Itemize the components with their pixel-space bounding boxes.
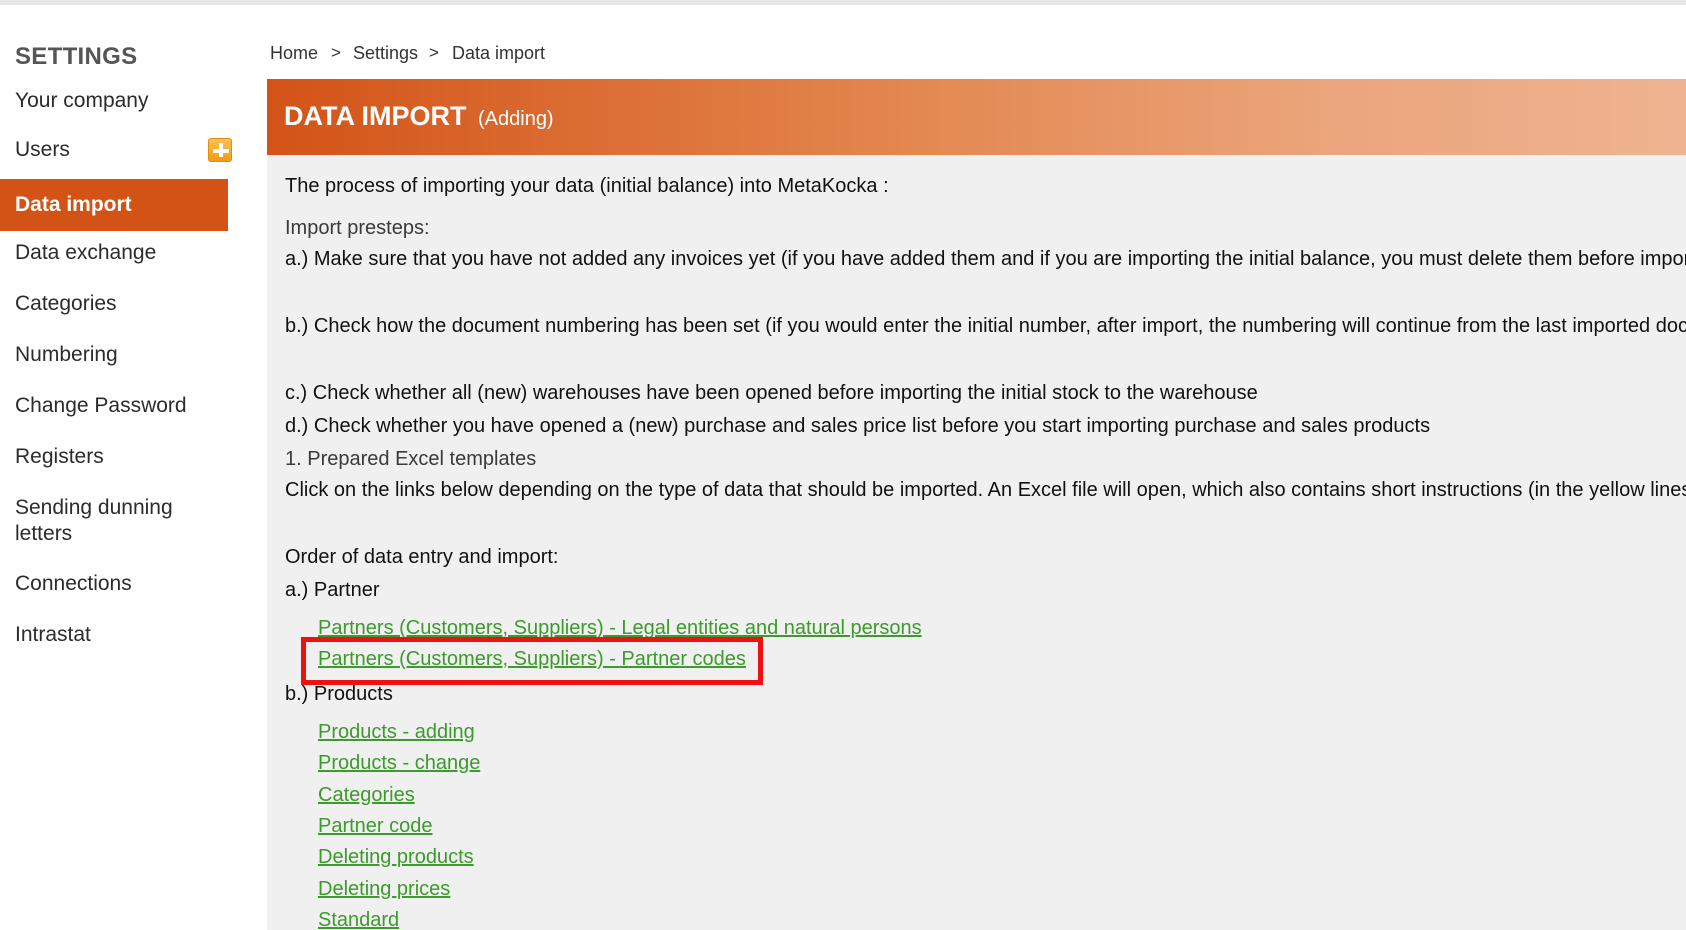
link-categories[interactable]: Categories (318, 783, 415, 807)
templates-text: Click on the links below depending on th… (285, 479, 1686, 501)
sidebar-item-data-import[interactable]: Data import (0, 179, 228, 231)
sidebar-item-change-password[interactable]: Change Password (0, 393, 228, 419)
sidebar-item-numbering[interactable]: Numbering (0, 342, 228, 368)
partner-heading: a.) Partner (285, 579, 380, 601)
prestep-c: c.) Check whether all (new) warehouses h… (285, 382, 1258, 404)
sidebar-item-intrastat[interactable]: Intrastat (0, 622, 228, 648)
prestep-b: b.) Check how the document numbering has… (285, 315, 1686, 337)
sidebar-item-sending-dunning-letters[interactable]: Sending dunning letters (0, 495, 200, 547)
prestep-d: d.) Check whether you have opened a (new… (285, 415, 1431, 437)
products-heading: b.) Products (285, 683, 393, 705)
link-products-change[interactable]: Products - change (318, 751, 480, 775)
breadcrumb-current: Data import (452, 43, 546, 63)
highlight-box (301, 637, 763, 685)
link-standard[interactable]: Standard (318, 908, 399, 930)
intro-text: The process of importing your data (init… (285, 175, 889, 197)
breadcrumb-separator: > (429, 43, 439, 62)
presteps-heading: Import presteps: (285, 217, 430, 239)
link-deleting-prices[interactable]: Deleting prices (318, 877, 450, 901)
templates-heading: 1. Prepared Excel templates (285, 448, 537, 470)
page-title-text: DATA IMPORT (284, 101, 467, 131)
page-title: DATA IMPORT (Adding) (284, 101, 554, 132)
order-heading: Order of data entry and import: (285, 546, 559, 568)
breadcrumb-home[interactable]: Home (270, 43, 318, 64)
prestep-a: a.) Make sure that you have not added an… (285, 248, 1686, 270)
sidebar-item-users[interactable]: Users (0, 137, 228, 163)
link-products-adding[interactable]: Products - adding (318, 720, 475, 744)
breadcrumb-settings[interactable]: Settings (353, 43, 418, 64)
page-subtitle: (Adding) (478, 108, 554, 130)
sidebar-item-your-company[interactable]: Your company (0, 88, 228, 114)
breadcrumb-separator: > (331, 43, 341, 62)
add-user-icon[interactable] (208, 138, 232, 162)
sidebar-item-categories[interactable]: Categories (0, 291, 228, 317)
link-partner-code[interactable]: Partner code (318, 814, 433, 838)
breadcrumb: Home > Settings > Data import (267, 5, 1686, 79)
sidebar-item-data-exchange[interactable]: Data exchange (0, 240, 228, 266)
sidebar-title: SETTINGS (15, 43, 138, 70)
sidebar-item-connections[interactable]: Connections (0, 571, 228, 597)
sidebar-item-registers[interactable]: Registers (0, 444, 228, 470)
link-deleting-products[interactable]: Deleting products (318, 845, 474, 869)
page-header-banner: DATA IMPORT (Adding) (267, 79, 1686, 155)
